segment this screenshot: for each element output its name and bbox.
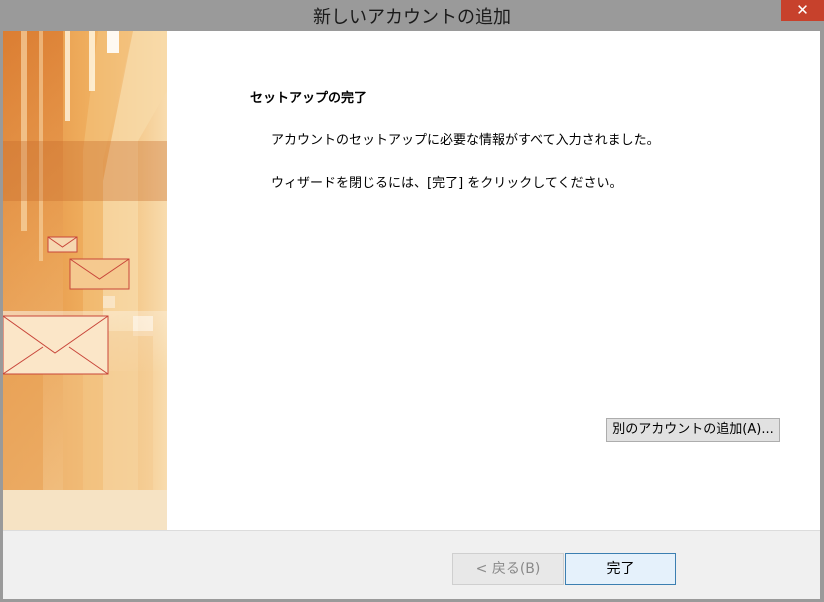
page-heading: セットアップの完了 [250, 91, 368, 106]
finish-button[interactable]: 完了 [565, 553, 676, 585]
envelope-icon [47, 236, 78, 253]
wizard-body: セットアップの完了 アカウントのセットアップに必要な情報がすべて入力されました。… [3, 31, 820, 599]
envelope-icon [3, 315, 109, 375]
title-bar[interactable]: 新しいアカウントの追加 ✕ [0, 0, 824, 30]
instruction-message: ウィザードを閉じるには、[完了] をクリックしてください。 [271, 176, 623, 191]
wizard-window: 新しいアカウントの追加 ✕ セットアップの完了 アカウントのセットアップに必要な… [0, 0, 824, 602]
envelope-icon [69, 258, 130, 290]
wizard-footer: < 戻る(B) 完了 [3, 531, 820, 599]
wizard-banner-image [3, 31, 167, 530]
add-another-account-button[interactable]: 別のアカウントの追加(A)... [606, 418, 780, 442]
close-button[interactable]: ✕ [781, 0, 824, 21]
banner-artwork [3, 31, 167, 530]
back-button[interactable]: < 戻る(B) [452, 553, 564, 585]
completion-message: アカウントのセットアップに必要な情報がすべて入力されました。 [271, 133, 660, 148]
close-icon: ✕ [796, 1, 809, 19]
window-title: 新しいアカウントの追加 [313, 7, 511, 28]
